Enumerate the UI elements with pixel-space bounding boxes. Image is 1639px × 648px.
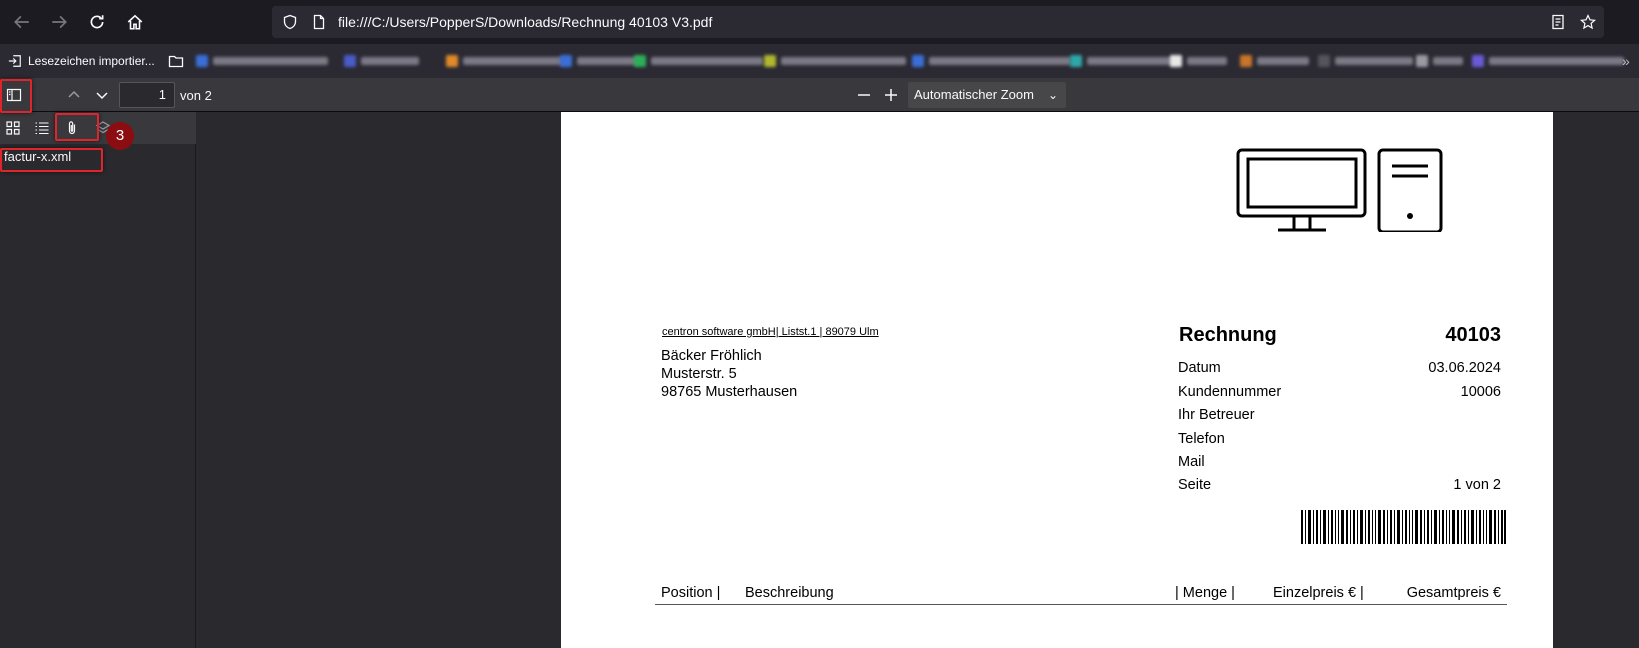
field-label-customer-number: Kundennummer (1178, 384, 1282, 400)
recipient-street: Musterstr. 5 (661, 366, 737, 382)
bookmark-item-blurred[interactable] (1318, 54, 1413, 68)
next-page-button[interactable] (88, 81, 116, 109)
arrow-right-icon (52, 15, 67, 29)
home-button[interactable] (121, 8, 149, 36)
bookmark-import-label: Lesezeichen importier... (28, 54, 155, 68)
sidebar-toggle-button[interactable] (0, 81, 28, 109)
reader-view-icon[interactable] (1550, 14, 1566, 30)
step-number-badge: 3 (106, 122, 134, 150)
tab-outline[interactable] (29, 115, 55, 141)
bookmark-item-blurred[interactable] (1472, 54, 1624, 68)
pdf-page: centron software gmbH| Listst.1 | 89079 … (561, 112, 1553, 648)
bookmark-import-item[interactable]: Lesezeichen importier... (8, 51, 155, 71)
import-icon (8, 55, 21, 67)
pdf-toolbar: 1 von 2 Automatischer Zoom ⌄ (0, 78, 1639, 112)
field-label-page: Seite (1178, 477, 1212, 493)
tab-attachments[interactable] (59, 115, 85, 141)
chevron-down-icon (96, 92, 108, 100)
forward-button[interactable] (45, 8, 73, 36)
table-header-total: Gesamtpreis € (1406, 585, 1501, 601)
shield-icon[interactable] (282, 14, 298, 30)
bookmark-item-blurred[interactable] (1416, 54, 1463, 68)
thumbnails-icon (6, 121, 20, 135)
attachment-file-item[interactable]: factur-x.xml (4, 149, 71, 164)
chevron-up-icon (68, 90, 80, 98)
bookmark-folder-icon[interactable] (168, 53, 184, 69)
barcode-image (1301, 510, 1506, 544)
bookmark-item-blurred[interactable] (196, 54, 328, 68)
minus-icon (858, 94, 870, 96)
home-icon (127, 14, 143, 30)
pdf-sidebar: factur-x.xml (0, 112, 196, 648)
bookmark-item-blurred[interactable] (764, 54, 906, 68)
bookmark-item-blurred[interactable] (912, 54, 1071, 68)
plus-icon (885, 89, 897, 101)
field-label-mail: Mail (1178, 454, 1205, 470)
sender-address-line: centron software gmbH| Listst.1 | 89079 … (662, 326, 879, 338)
bookmark-item-blurred[interactable] (560, 54, 639, 68)
table-header-unit-price: Einzelpreis € | (1273, 585, 1364, 601)
bookmark-item-blurred[interactable] (446, 54, 563, 68)
arrow-left-icon (14, 15, 29, 29)
sidebar-toggle-icon (6, 88, 22, 102)
invoice-title: Rechnung (1179, 324, 1277, 346)
page-number-input[interactable]: 1 (119, 82, 175, 108)
table-header-divider (655, 604, 1507, 605)
invoice-number: 40103 (1445, 324, 1501, 346)
navigation-bar: file:///C:/Users/PopperS/Downloads/Rechn… (0, 0, 1639, 44)
field-label-date: Datum (1178, 360, 1221, 376)
zoom-select[interactable]: Automatischer Zoom ⌄ (908, 82, 1066, 108)
field-label-advisor: Ihr Betreuer (1178, 407, 1255, 423)
bookmark-item-blurred[interactable] (1070, 54, 1175, 68)
url-text[interactable]: file:///C:/Users/PopperS/Downloads/Rechn… (338, 14, 712, 30)
bookmark-item-blurred[interactable] (634, 54, 763, 68)
recipient-name: Bäcker Fröhlich (661, 348, 762, 364)
page-icon[interactable] (311, 14, 327, 30)
outline-icon (35, 122, 49, 135)
computer-logo-icon (1236, 148, 1443, 232)
bookmarks-toolbar: Lesezeichen importier... » (0, 44, 1639, 78)
zoom-select-value: Automatischer Zoom (914, 87, 1034, 102)
tab-thumbnails[interactable] (0, 115, 26, 141)
pdf-viewer[interactable]: centron software gmbH| Listst.1 | 89079 … (197, 112, 1639, 648)
bookmark-item-blurred[interactable] (1170, 54, 1227, 68)
field-value-customer-number: 10006 (1460, 384, 1501, 400)
chevron-down-icon: ⌄ (1047, 88, 1058, 102)
bookmark-star-icon[interactable] (1580, 14, 1596, 30)
table-header-quantity: | Menge | (1175, 585, 1235, 601)
zoom-out-button[interactable] (850, 81, 878, 109)
page-count-label: von 2 (180, 88, 212, 103)
table-header-description: Beschreibung (745, 585, 834, 601)
back-button[interactable] (8, 8, 36, 36)
field-label-phone: Telefon (1178, 431, 1225, 447)
zoom-in-button[interactable] (877, 81, 905, 109)
reload-icon (90, 15, 104, 29)
url-bar[interactable]: file:///C:/Users/PopperS/Downloads/Rechn… (272, 6, 1604, 38)
sidebar-tabs (0, 112, 196, 144)
field-value-date: 03.06.2024 (1428, 360, 1501, 376)
table-header-position: Position | (661, 585, 721, 601)
bookmarks-overflow-icon[interactable]: » (1622, 53, 1630, 69)
reload-button[interactable] (83, 8, 111, 36)
bookmark-item-blurred[interactable] (344, 54, 419, 68)
field-value-page: 1 von 2 (1453, 477, 1501, 493)
previous-page-button[interactable] (60, 81, 88, 109)
paperclip-icon (68, 121, 76, 135)
recipient-city: 98765 Musterhausen (661, 384, 798, 400)
bookmark-item-blurred[interactable] (1240, 54, 1309, 68)
